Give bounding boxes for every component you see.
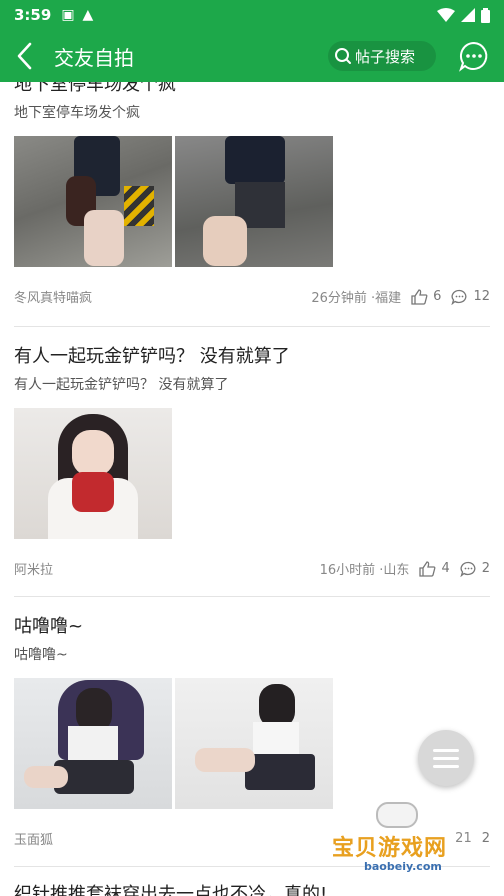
comment-icon — [451, 289, 467, 305]
status-time: 3:59 — [14, 6, 52, 24]
warning-icon: ▲ — [82, 7, 94, 23]
back-arrow-icon — [17, 42, 32, 70]
comment-count: 12 — [473, 289, 490, 304]
like-button[interactable]: 4 — [419, 560, 450, 577]
post-images — [14, 136, 490, 267]
divider — [14, 326, 490, 327]
divider — [14, 596, 490, 597]
post-photo[interactable] — [14, 408, 172, 539]
post-search-button[interactable]: 帖子搜索 — [328, 41, 436, 71]
watermark-logo: 宝贝游戏网 baobeiy.com — [326, 798, 486, 888]
like-count: 4 — [441, 561, 450, 576]
wifi-icon — [437, 8, 455, 22]
search-icon — [335, 48, 351, 64]
post-time-location: 16小时前 ·山东 — [319, 563, 410, 578]
post-card[interactable]: 有人一起玩金铲铲吗？ 没有就算了 有人一起玩金铲铲吗？ 没有就算了 阿米拉 16… — [14, 342, 490, 578]
battery-icon — [481, 7, 490, 23]
menu-line — [433, 764, 459, 768]
comment-count: 2 — [481, 561, 490, 576]
watermark-url: baobeiy.com — [364, 860, 442, 873]
comment-icon — [460, 561, 476, 577]
post-title: 地下室停车场发个疯 — [14, 82, 176, 95]
menu-line — [433, 748, 459, 752]
post-images — [14, 408, 490, 539]
post-excerpt: 地下室停车场发个疯 — [14, 105, 140, 121]
message-icon[interactable] — [458, 40, 490, 72]
post-excerpt: 咕噜噜~ — [14, 647, 68, 663]
page-title: 交友自拍 — [54, 45, 134, 70]
app-bar: 交友自拍 帖子搜索 — [0, 30, 504, 82]
menu-line — [433, 756, 459, 760]
notification-icon: ▣ — [61, 7, 75, 23]
watermark-text: 宝贝游戏网 — [332, 836, 448, 861]
post-time-location: 26分钟前 ·福建 — [311, 291, 402, 306]
post-images — [14, 678, 490, 809]
thumbs-up-icon — [411, 288, 428, 305]
post-card[interactable]: 地下室停车场发个疯 地下室停车场发个疯 冬风真特喵疯 26分钟前 ·福建 6 1… — [14, 82, 490, 306]
post-meta: 冬风真特喵疯 26分钟前 ·福建 6 12 — [14, 287, 490, 306]
thumbs-up-icon — [419, 560, 436, 577]
post-title: 咕噜噜~ — [14, 616, 84, 637]
post-photo[interactable] — [14, 136, 172, 267]
post-photo[interactable] — [175, 678, 333, 809]
post-author[interactable]: 阿米拉 — [14, 559, 320, 578]
like-count: 6 — [433, 289, 442, 304]
comment-button[interactable]: 2 — [460, 561, 490, 577]
post-photo[interactable] — [175, 136, 333, 267]
signal-icon — [461, 8, 475, 22]
like-button[interactable]: 6 — [411, 288, 442, 305]
status-bar: 3:59 ▣ ▲ — [0, 0, 504, 30]
floating-menu-button[interactable] — [418, 730, 474, 786]
post-photo[interactable] — [14, 678, 172, 809]
post-title: 有人一起玩金铲铲吗？ 没有就算了 — [14, 346, 290, 367]
post-excerpt: 有人一起玩金铲铲吗？ 没有就算了 — [14, 377, 229, 393]
comment-button[interactable]: 12 — [451, 289, 490, 305]
post-author[interactable]: 冬风真特喵疯 — [14, 287, 311, 306]
search-label: 帖子搜索 — [355, 47, 416, 66]
back-button[interactable] — [2, 30, 46, 82]
gamepad-icon — [376, 802, 418, 828]
post-meta: 阿米拉 16小时前 ·山东 4 2 — [14, 559, 490, 578]
